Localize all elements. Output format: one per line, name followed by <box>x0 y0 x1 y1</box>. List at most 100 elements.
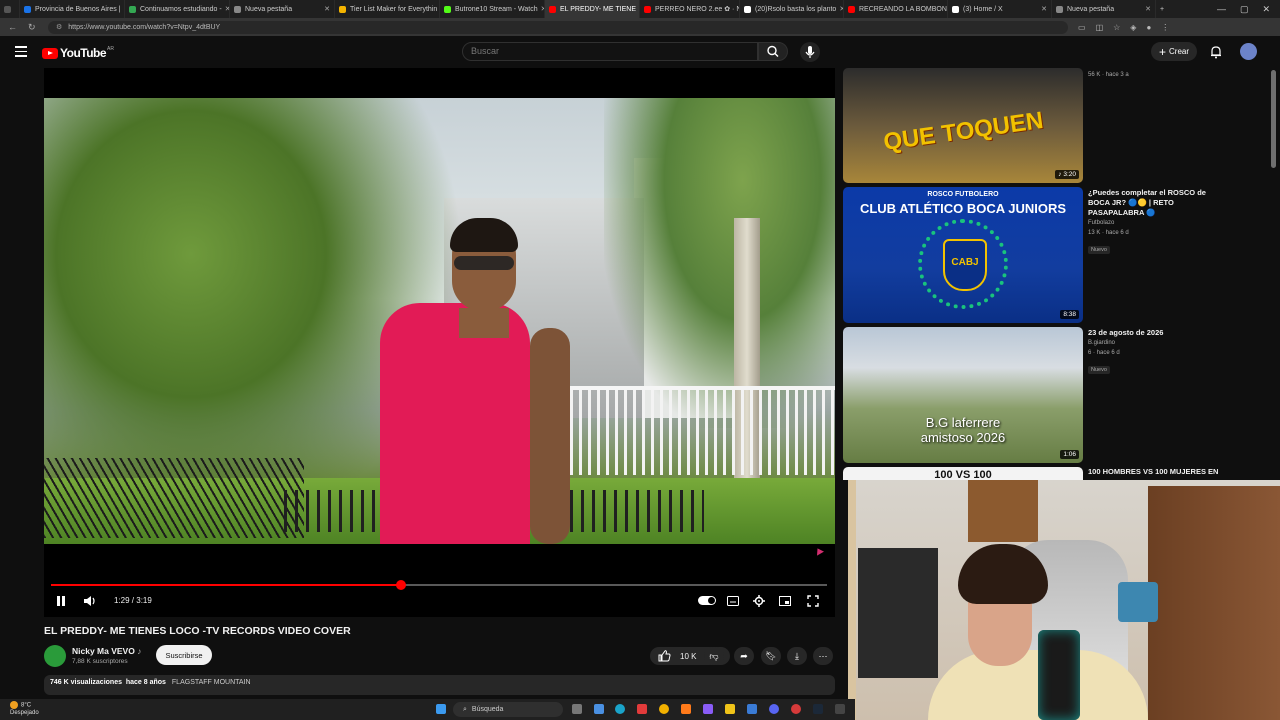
tab-close-icon[interactable]: ✕ <box>538 5 544 13</box>
create-button[interactable]: + Crear <box>1151 42 1197 61</box>
close-window-icon[interactable]: ✕ <box>1262 4 1270 15</box>
guide-menu-icon[interactable] <box>15 46 27 60</box>
pause-button[interactable] <box>54 592 68 610</box>
tab-list-button[interactable] <box>0 0 20 18</box>
recommendation-meta[interactable]: 23 de agosto de 2026 B.giardino 6 · hace… <box>1088 328 1228 376</box>
browser-tab[interactable]: RECREANDO LA BOMBON✕ <box>844 0 948 18</box>
page-scrollbar[interactable] <box>1271 70 1276 168</box>
app-icon[interactable] <box>791 704 801 714</box>
tab-favicon <box>1056 5 1063 13</box>
tab-close-icon[interactable]: ✕ <box>836 5 843 13</box>
browser-menu-icon[interactable]: ⋮ <box>1161 23 1169 32</box>
tab-close-icon[interactable]: ✕ <box>1038 5 1047 13</box>
start-icon[interactable] <box>436 704 446 714</box>
tab-close-icon[interactable]: ✕ <box>222 5 229 13</box>
store-icon[interactable] <box>747 704 757 714</box>
volume-button[interactable] <box>82 592 98 610</box>
tab-favicon <box>444 5 451 13</box>
maximize-icon[interactable]: ▢ <box>1240 4 1249 15</box>
progress-scrubber[interactable] <box>395 580 406 590</box>
recommendation-thumbnail[interactable]: ROSCO FUTBOLERO CLUB ATLÉTICO BOCA JUNIO… <box>843 187 1083 323</box>
url-field[interactable]: ⚙ https://www.youtube.com/watch?v=Ntpv_4… <box>48 20 1068 34</box>
recommendation-thumbnail[interactable]: QUE TOQUEN ♪ 3:20 <box>843 68 1083 183</box>
weather-widget[interactable]: 8°C Despejado <box>10 701 39 717</box>
notifications-button[interactable] <box>1209 45 1223 64</box>
reload-icon[interactable]: ↻ <box>28 22 40 33</box>
browser-tab[interactable]: Butrone10 Stream - Watch✕ <box>440 0 545 18</box>
description-tag[interactable]: FLAGSTAFF MOUNTAIN <box>172 679 251 686</box>
browser-tab[interactable]: Tier List Maker for Everythin✕ <box>335 0 440 18</box>
widgets-icon[interactable] <box>594 704 604 714</box>
recommendation-thumbnail[interactable]: B.G laferrere amistoso 2026 1:06 <box>843 327 1083 463</box>
tab-close-icon[interactable]: ✕ <box>1142 5 1151 13</box>
account-avatar[interactable] <box>1240 43 1257 60</box>
chrome-icon[interactable] <box>659 704 669 714</box>
channel-avatar[interactable] <box>44 645 66 667</box>
app-icon[interactable] <box>835 704 845 714</box>
progress-played <box>51 584 401 586</box>
youtube-logo[interactable]: YouTube AR <box>42 46 114 60</box>
task-view-icon[interactable] <box>572 704 582 714</box>
taskbar-search[interactable]: ⌕ Búsqueda <box>453 702 563 717</box>
tab-label: (3) Home / X <box>963 5 1003 13</box>
save-button[interactable]: 🔖︎ <box>761 647 781 665</box>
browser-tab[interactable]: (20)Rsolo basta los planto✕ <box>740 0 844 18</box>
dislike-button[interactable]: 👎︎ <box>704 647 724 665</box>
more-actions-button[interactable]: ⋯ <box>813 647 833 665</box>
fullscreen-button[interactable] <box>806 592 820 610</box>
site-info-icon[interactable]: ⚙ <box>56 23 62 31</box>
browser-address-bar: ← ↻ ⚙ https://www.youtube.com/watch?v=Nt… <box>0 18 1280 36</box>
video-player[interactable]: 1:29 / 3:19 <box>44 68 835 617</box>
app-icon[interactable] <box>637 704 647 714</box>
tab-close-icon[interactable]: ✕ <box>321 5 330 13</box>
miniplayer-button[interactable] <box>778 592 792 610</box>
tab-label: Tier List Maker for Everythin <box>350 5 438 13</box>
share-button[interactable]: ➦ <box>734 647 754 665</box>
recommendation-meta[interactable]: 100 HOMBRES VS 100 MUJERES EN <box>1088 467 1228 477</box>
thumbs-down-icon: 👎︎ <box>709 650 719 661</box>
boca-crest: CABJ <box>943 239 987 291</box>
file-explorer-icon[interactable] <box>725 704 735 714</box>
plus-icon: + <box>1158 44 1166 59</box>
extensions-icon[interactable]: ◈ <box>1130 23 1136 32</box>
recommendation-meta[interactable]: 56 K · hace 3 a <box>1088 70 1228 80</box>
search-button[interactable] <box>758 42 788 61</box>
subscriber-count: 7,88 K suscriptores <box>72 658 128 665</box>
back-icon[interactable]: ← <box>8 22 20 32</box>
translate-icon[interactable]: ◫ <box>1096 23 1104 32</box>
browser-tab[interactable]: Nueva pestaña ✕ <box>230 0 335 18</box>
browser-tab[interactable]: Provincia de Buenos Aires |✕ <box>20 0 125 18</box>
subtitles-button[interactable] <box>726 592 740 610</box>
description-box[interactable]: 746 K visualizaciones hace 8 años FLAGST… <box>44 675 835 695</box>
search-input[interactable]: Buscar <box>462 42 758 61</box>
recommendation-thumbnail[interactable]: 100 VS 100 <box>843 467 1083 480</box>
browser-tab[interactable]: Continuamos estudiando -✕ <box>125 0 230 18</box>
steam-icon[interactable] <box>813 704 823 714</box>
recommendation-meta[interactable]: ¿Puedes completar el ROSCO de BOCA JR? 🔵… <box>1088 188 1228 256</box>
browser-tab-active[interactable]: EL PREDDY- ME TIENE✕ <box>545 0 640 18</box>
bookmark-star-icon[interactable]: ☆ <box>1113 23 1120 32</box>
progress-bar[interactable] <box>51 580 827 590</box>
fullscreen-icon <box>807 595 819 607</box>
cast-icon[interactable]: ▭ <box>1078 23 1086 32</box>
new-tab-button[interactable]: + <box>1156 0 1176 18</box>
thumbnail-subtitle: ROSCO FUTBOLERO <box>927 191 999 198</box>
download-button[interactable]: ⤓ <box>787 647 807 665</box>
settings-button[interactable] <box>752 592 766 610</box>
thumbs-up-icon <box>658 650 671 662</box>
minimize-icon[interactable]: — <box>1217 4 1226 15</box>
pause-icon <box>57 596 65 606</box>
browser-tab[interactable]: (3) Home / X ✕ <box>948 0 1052 18</box>
app-icon[interactable] <box>703 704 713 714</box>
sun-icon <box>10 701 18 709</box>
autoplay-toggle[interactable] <box>698 596 716 605</box>
channel-name[interactable]: Nicky Ma VEVO ♪ <box>72 646 141 656</box>
profile-icon[interactable]: ● <box>1146 23 1151 32</box>
browser-tab[interactable]: Nueva pestaña ✕ <box>1052 0 1156 18</box>
discord-icon[interactable] <box>769 704 779 714</box>
voice-search-button[interactable] <box>800 42 820 62</box>
edge-icon[interactable] <box>615 704 625 714</box>
subscribe-button[interactable]: Suscribirse <box>156 645 212 665</box>
app-icon[interactable] <box>681 704 691 714</box>
browser-tab[interactable]: PERREO NERO 2.ee ✿ · N✕ <box>640 0 740 18</box>
